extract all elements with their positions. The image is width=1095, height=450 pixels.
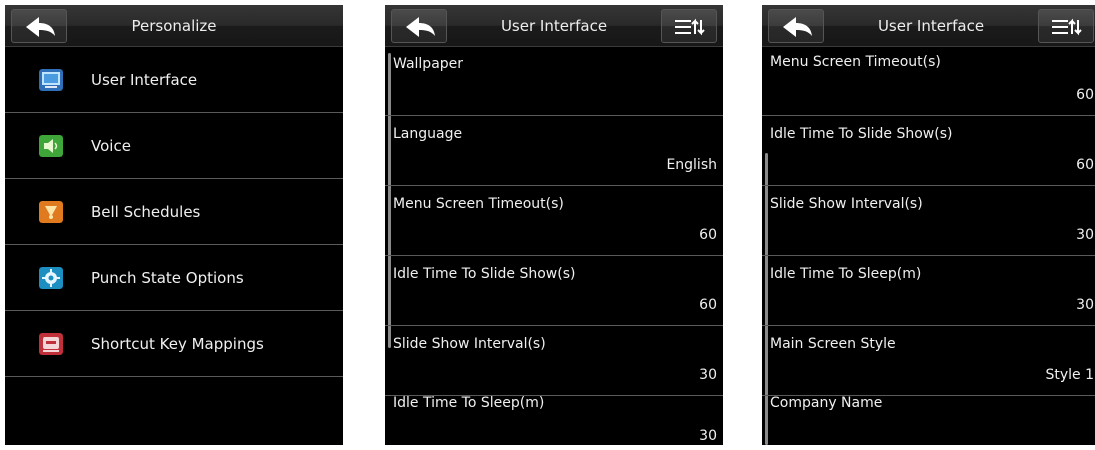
setting-value: 30 [1076, 227, 1094, 243]
setting-value: 60 [699, 227, 717, 243]
menu-item-user-interface[interactable]: User Interface [5, 48, 343, 113]
setting-label: Wallpaper [393, 56, 464, 72]
setting-row-menu-screen-timeout[interactable]: Menu Screen Timeout(s) 60 [762, 47, 1095, 116]
setting-label: Idle Time To Sleep(m) [393, 395, 545, 411]
setting-value: 60 [699, 297, 717, 313]
setting-row-idle-time-to-sleep[interactable]: Idle Time To Sleep(m) 30 [762, 257, 1095, 326]
setting-value: 30 [1076, 297, 1094, 313]
setting-value: 60 [1076, 157, 1094, 173]
setting-label: Menu Screen Timeout(s) [393, 196, 564, 212]
list-sort-icon [675, 18, 705, 36]
title-bar: Personalize [5, 5, 343, 47]
setting-row-idle-time-to-slide-show[interactable]: Idle Time To Slide Show(s) 60 [385, 257, 723, 326]
user-interface-screen-scrolled: User Interface Menu Screen Timeout(s) 60… [762, 5, 1095, 445]
gear-icon [39, 267, 63, 289]
sort-button[interactable] [1038, 9, 1094, 43]
menu-item-label: Bell Schedules [91, 203, 201, 221]
user-interface-screen-top: User Interface Wallpaper Language Englis… [385, 5, 723, 445]
setting-row-menu-screen-timeout[interactable]: Menu Screen Timeout(s) 60 [385, 187, 723, 256]
setting-row-language[interactable]: Language English [385, 117, 723, 186]
setting-value: 60 [1076, 87, 1094, 103]
setting-value: 30 [699, 428, 717, 444]
setting-label: Company Name [770, 395, 883, 411]
setting-row-wallpaper[interactable]: Wallpaper [385, 47, 723, 116]
setting-label: Slide Show Interval(s) [770, 196, 923, 212]
keyboard-key-icon [39, 333, 63, 355]
speaker-icon [39, 135, 63, 157]
setting-label: Idle Time To Slide Show(s) [770, 126, 953, 142]
menu-item-label: Voice [91, 137, 131, 155]
sort-button[interactable] [661, 9, 717, 43]
menu-item-shortcut-key-mappings[interactable]: Shortcut Key Mappings [5, 312, 343, 377]
setting-row-company-name[interactable]: Company Name [762, 386, 1095, 445]
setting-value: English [666, 157, 717, 173]
menu-item-label: Shortcut Key Mappings [91, 335, 264, 353]
setting-row-idle-time-to-sleep[interactable]: Idle Time To Sleep(m) 30 [385, 386, 723, 445]
setting-label: Idle Time To Sleep(m) [770, 266, 922, 282]
setting-row-idle-time-to-slide-show[interactable]: Idle Time To Slide Show(s) 60 [762, 117, 1095, 186]
menu-item-punch-state-options[interactable]: Punch State Options [5, 246, 343, 311]
title-bar: User Interface [762, 5, 1095, 47]
setting-value: 30 [699, 367, 717, 383]
menu-item-bell-schedules[interactable]: Bell Schedules [5, 180, 343, 245]
back-button[interactable] [391, 9, 447, 43]
setting-label: Idle Time To Slide Show(s) [393, 266, 576, 282]
menu-item-label: User Interface [91, 71, 198, 89]
setting-row-slide-show-interval[interactable]: Slide Show Interval(s) 30 [762, 187, 1095, 256]
list-sort-icon [1052, 18, 1082, 36]
setting-value: Style 1 [1045, 367, 1094, 383]
back-arrow-icon [783, 17, 812, 37]
personalize-screen: Personalize User Interface Voice Bell Sc… [5, 5, 343, 445]
back-button[interactable] [768, 9, 824, 43]
setting-label: Slide Show Interval(s) [393, 336, 546, 352]
back-arrow-icon [26, 17, 55, 37]
title-bar: User Interface [385, 5, 723, 47]
menu-item-voice[interactable]: Voice [5, 114, 343, 179]
setting-label: Menu Screen Timeout(s) [770, 54, 941, 70]
monitor-icon [39, 69, 63, 91]
menu-item-label: Punch State Options [91, 269, 244, 287]
back-arrow-icon [406, 17, 435, 37]
bell-icon [39, 201, 63, 223]
back-button[interactable] [11, 9, 67, 43]
setting-label: Main Screen Style [770, 336, 896, 352]
setting-label: Language [393, 126, 463, 142]
